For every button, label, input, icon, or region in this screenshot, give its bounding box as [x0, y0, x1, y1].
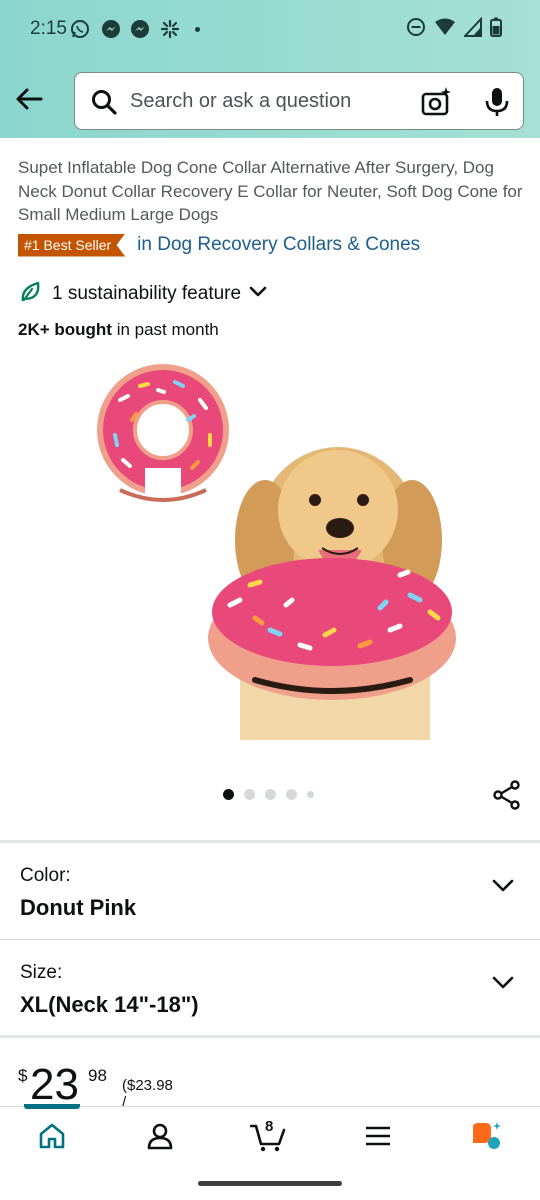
- chevron-down-icon: [249, 285, 267, 303]
- messenger-icon: [130, 19, 150, 39]
- leaf-icon: [18, 280, 42, 309]
- color-selector[interactable]: Color: Donut Pink: [0, 843, 540, 939]
- sustainability-label: 1 sustainability feature: [52, 283, 242, 304]
- signal-icon: [462, 15, 482, 42]
- notification-dot: [195, 27, 200, 32]
- carousel-dot[interactable]: [244, 789, 255, 800]
- search-placeholder: Search or ask a question: [130, 90, 352, 112]
- product-image[interactable]: [60, 350, 480, 750]
- best-seller-badge: #1 Best Seller: [18, 233, 126, 257]
- whatsapp-icon: [70, 19, 90, 39]
- pinwheel-icon: [160, 19, 180, 39]
- active-tab-indicator: [24, 1104, 80, 1109]
- microphone-icon[interactable]: [483, 86, 511, 123]
- size-value: XL(Neck 14"-18"): [20, 992, 199, 1017]
- donut-collar-image: [97, 364, 229, 502]
- best-seller-row[interactable]: #1 Best Seller in Dog Recovery Collars &…: [18, 232, 420, 258]
- camera-search-icon[interactable]: [420, 86, 452, 123]
- carousel-dot[interactable]: [307, 791, 314, 798]
- status-time: 2:15: [30, 18, 67, 39]
- battery-icon: [490, 17, 502, 42]
- account-icon[interactable]: [140, 1116, 180, 1156]
- status-right-icons: [406, 15, 502, 42]
- sustainability-feature[interactable]: 1 sustainability feature: [18, 280, 267, 308]
- carousel-dot[interactable]: [265, 789, 276, 800]
- dog-image: [208, 447, 456, 740]
- carousel-dot-active[interactable]: [223, 789, 234, 800]
- bought-in-past-month: 2K+ bought in past month: [18, 320, 219, 340]
- bought-count: 2K+ bought: [18, 320, 112, 339]
- messenger-icon: [101, 19, 121, 39]
- color-value: Donut Pink: [20, 895, 137, 920]
- rufus-icon[interactable]: [466, 1116, 506, 1156]
- price-whole: 23: [30, 1060, 79, 1109]
- best-seller-category-link[interactable]: in Dog Recovery Collars & Cones: [137, 234, 420, 256]
- color-label: Color:: [20, 865, 71, 886]
- gesture-navigation-bar[interactable]: [198, 1181, 342, 1186]
- share-icon[interactable]: [492, 780, 522, 815]
- home-icon[interactable]: [32, 1116, 72, 1156]
- carousel-dot[interactable]: [286, 789, 297, 800]
- size-label: Size:: [20, 962, 63, 983]
- section-divider: [0, 1035, 540, 1038]
- chevron-down-icon: [492, 976, 514, 995]
- status-bar: 2:15: [0, 0, 540, 60]
- menu-icon[interactable]: [358, 1116, 398, 1156]
- product-title[interactable]: Supet Inflatable Dog Cone Collar Alterna…: [18, 156, 524, 227]
- search-icon: [91, 89, 117, 120]
- back-arrow-icon[interactable]: [14, 84, 44, 114]
- search-bar[interactable]: Search or ask a question: [74, 72, 524, 130]
- chevron-down-icon: [492, 879, 514, 898]
- image-carousel-indicator[interactable]: [223, 789, 314, 800]
- dnd-icon: [406, 17, 426, 42]
- size-selector[interactable]: Size: XL(Neck 14"-18"): [0, 940, 540, 1036]
- wifi-icon: [434, 17, 456, 42]
- cart-count: 8: [265, 1118, 274, 1135]
- price-currency: $: [18, 1066, 28, 1085]
- bought-suffix: in past month: [111, 320, 219, 339]
- price-fraction: 98: [88, 1066, 107, 1085]
